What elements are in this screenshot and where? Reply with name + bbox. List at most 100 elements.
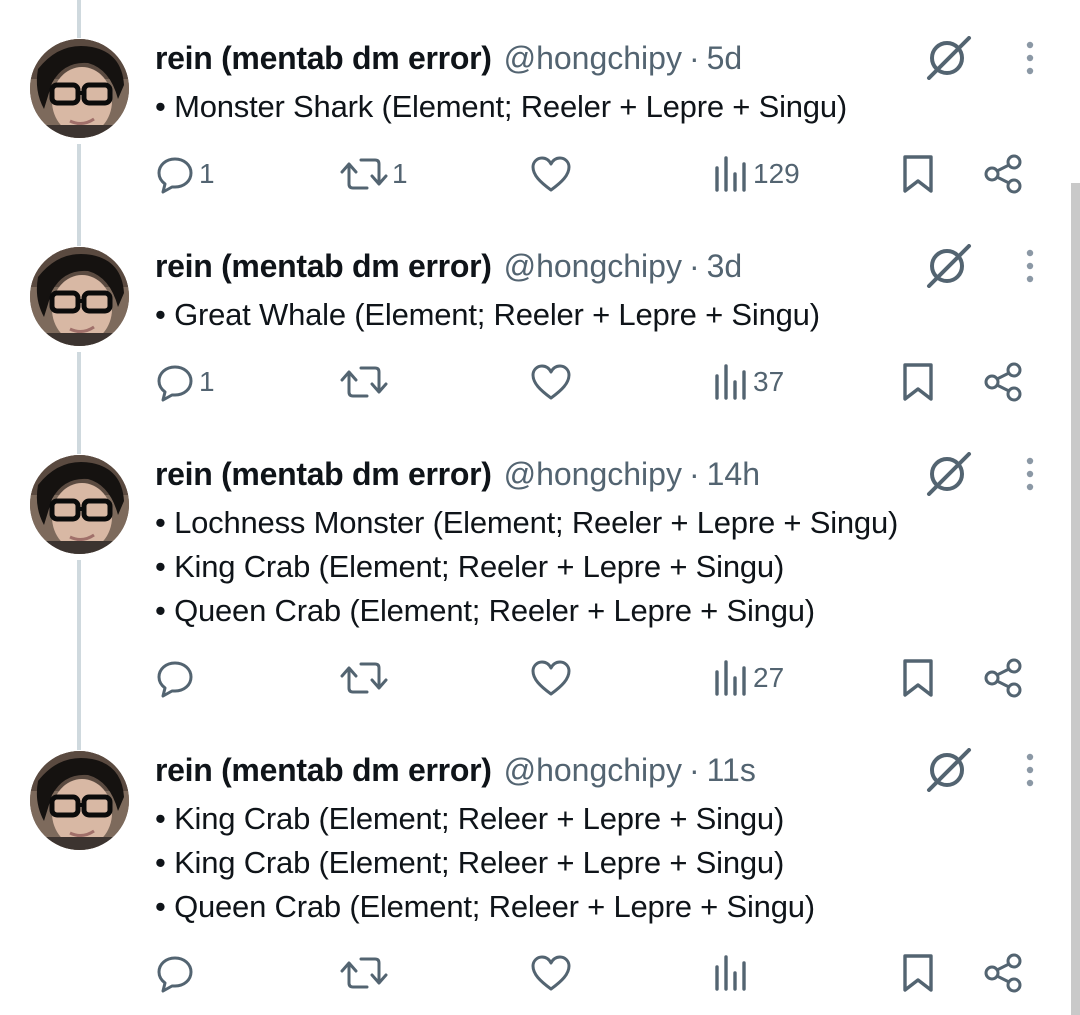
tweet-actions: 1 1 129	[155, 152, 1035, 196]
tweet-text-line: • Queen Crab (Element; Reeler + Lepre + …	[155, 593, 815, 628]
bookmark-icon	[900, 657, 936, 699]
like-button[interactable]	[530, 152, 576, 196]
retweet-button[interactable]	[340, 656, 392, 700]
thread-line-3	[77, 560, 81, 750]
bookmark-button[interactable]	[900, 360, 936, 404]
views-icon	[713, 953, 749, 993]
like-button[interactable]	[530, 656, 576, 700]
share-icon	[983, 153, 1023, 195]
bookmark-icon	[900, 952, 936, 994]
share-icon	[983, 657, 1023, 699]
bookmark-icon	[900, 153, 936, 195]
author-name[interactable]: rein (mentab dm error)	[155, 752, 492, 789]
more-icon[interactable]	[1020, 456, 1040, 492]
reply-button[interactable]: 1	[155, 360, 215, 404]
views-button[interactable]: 37	[713, 360, 784, 404]
retweet-button[interactable]: 1	[340, 152, 408, 196]
avatar[interactable]	[30, 247, 129, 346]
retweet-button[interactable]	[340, 360, 392, 404]
like-icon	[530, 362, 572, 402]
reply-icon	[155, 154, 195, 194]
retweet-button[interactable]	[340, 951, 392, 995]
tweet-text-line: • Queen Crab (Element; Releer + Lepre + …	[155, 889, 815, 924]
separator-dot: ·	[688, 247, 700, 284]
author-name[interactable]: rein (mentab dm error)	[155, 456, 492, 493]
tweet-actions: 1 37	[155, 360, 1035, 404]
tweet-text-line: • King Crab (Element; Reeler + Lepre + S…	[155, 549, 785, 584]
tweet-actions: 27	[155, 656, 1035, 700]
grok-icon[interactable]	[925, 244, 973, 288]
tweet-time[interactable]: 14h	[707, 456, 760, 493]
author-handle[interactable]: @hongchipy	[504, 752, 682, 789]
like-button[interactable]	[530, 360, 576, 404]
reply-count: 1	[199, 366, 215, 397]
bookmark-button[interactable]	[900, 152, 936, 196]
tweet-text-line: • King Crab (Element; Releer + Lepre + S…	[155, 845, 785, 880]
grok-icon[interactable]	[925, 452, 973, 496]
grok-icon[interactable]	[925, 36, 973, 80]
share-button[interactable]	[983, 951, 1023, 995]
author-handle[interactable]: @hongchipy	[504, 40, 682, 77]
thread-line-2	[77, 352, 81, 454]
share-button[interactable]	[983, 152, 1023, 196]
tweet-time[interactable]: 3d	[707, 248, 743, 285]
retweet-count: 1	[392, 158, 408, 189]
share-icon	[983, 952, 1023, 994]
reply-button[interactable]	[155, 656, 199, 700]
retweet-icon	[340, 362, 388, 402]
tweet-header: rein (mentab dm error) @hongchipy · 5d	[155, 38, 742, 78]
tweet-header: rein (mentab dm error) @hongchipy · 11s	[155, 750, 756, 790]
tweet-text: • Lochness Monster (Element; Reeler + Le…	[155, 501, 898, 633]
like-icon	[530, 154, 572, 194]
tweet-header: rein (mentab dm error) @hongchipy · 14h	[155, 454, 760, 494]
author-handle[interactable]: @hongchipy	[504, 456, 682, 493]
author-name[interactable]: rein (mentab dm error)	[155, 248, 492, 285]
author-name[interactable]: rein (mentab dm error)	[155, 40, 492, 77]
tweet-time[interactable]: 5d	[707, 40, 743, 77]
view-count: 129	[753, 158, 800, 189]
view-count: 27	[753, 662, 785, 693]
reply-button[interactable]	[155, 951, 199, 995]
more-icon[interactable]	[1020, 752, 1040, 788]
separator-dot: ·	[688, 39, 700, 76]
avatar[interactable]	[30, 751, 129, 850]
bookmark-icon	[900, 361, 936, 403]
tweet-header: rein (mentab dm error) @hongchipy · 3d	[155, 246, 742, 286]
retweet-icon	[340, 658, 388, 698]
like-button[interactable]	[530, 951, 576, 995]
thread-line-1	[77, 144, 81, 246]
views-icon	[713, 362, 749, 402]
thread-line-top	[77, 0, 81, 38]
separator-dot: ·	[688, 751, 700, 788]
separator-dot: ·	[688, 455, 700, 492]
tweet-time[interactable]: 11s	[707, 752, 756, 789]
more-icon[interactable]	[1020, 40, 1040, 76]
tweet-text-line: • King Crab (Element; Releer + Lepre + S…	[155, 801, 785, 836]
reply-count: 1	[199, 158, 215, 189]
retweet-icon	[340, 953, 388, 993]
reply-icon	[155, 362, 195, 402]
retweet-icon	[340, 154, 388, 194]
avatar[interactable]	[30, 455, 129, 554]
tweet-text: • King Crab (Element; Releer + Lepre + S…	[155, 797, 815, 929]
reply-icon	[155, 953, 195, 993]
share-button[interactable]	[983, 656, 1023, 700]
grok-icon[interactable]	[925, 748, 973, 792]
scrollbar[interactable]	[1071, 183, 1080, 1015]
like-icon	[530, 953, 572, 993]
views-button[interactable]: 27	[713, 656, 784, 700]
tweet-text-line: • Great Whale (Element; Reeler + Lepre +…	[155, 297, 820, 332]
bookmark-button[interactable]	[900, 656, 936, 700]
share-button[interactable]	[983, 360, 1023, 404]
tweet-text-line: • Lochness Monster (Element; Reeler + Le…	[155, 505, 899, 540]
more-icon[interactable]	[1020, 248, 1040, 284]
view-count: 37	[753, 366, 785, 397]
author-handle[interactable]: @hongchipy	[504, 248, 682, 285]
reply-button[interactable]: 1	[155, 152, 215, 196]
views-button[interactable]	[713, 951, 753, 995]
avatar[interactable]	[30, 39, 129, 138]
tweet-actions	[155, 951, 1035, 995]
tweet-text: • Monster Shark (Element; Reeler + Lepre…	[155, 85, 847, 129]
views-button[interactable]: 129	[713, 152, 800, 196]
bookmark-button[interactable]	[900, 951, 936, 995]
